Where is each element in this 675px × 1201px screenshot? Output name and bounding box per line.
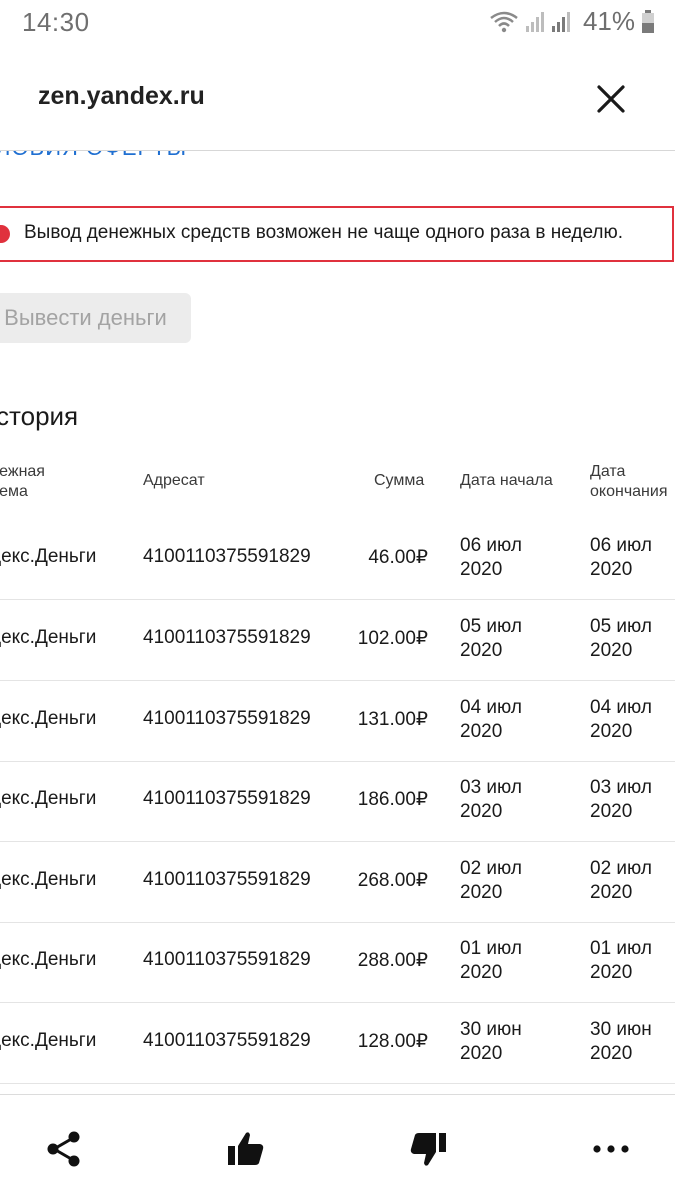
cell-end-date: 04 июл 2020 [590,697,652,742]
cell-recipient: 4100110375591829 [143,708,311,729]
battery-icon [642,9,654,33]
cell-amount: 268.00₽ [357,870,428,891]
wifi-icon [490,11,518,32]
cell-system: декс.Деньги [0,627,97,648]
table-row: декс.Деньги 4100110375591829 288.00₽ 01 … [0,922,675,1003]
cell-start-date: 02 июл 2020 [460,858,522,903]
table-row: декс.Деньги 4100110375591829 128.00₽ 30 … [0,1003,675,1084]
offer-terms-link[interactable]: ЛОВИЯ ОФЕРТЫ [0,151,187,161]
cell-system: декс.Деньги [0,788,97,809]
bottom-action-bar [0,1094,675,1201]
cell-system: декс.Деньги [0,1030,97,1051]
cell-system: декс.Деньги [0,869,97,890]
cell-amount: 288.00₽ [357,950,428,971]
signal-2-icon [551,11,570,32]
cell-amount: 128.00₽ [357,1031,428,1052]
warning-banner: Вывод денежных средств возможен не чаще … [0,206,674,262]
cell-end-date: 01 июл 2020 [590,938,652,983]
withdraw-money-button[interactable]: Вывести деньги [0,293,191,343]
column-header-recipient: Адресат [143,472,205,489]
cell-start-date: 01 июл 2020 [460,938,522,983]
dislike-button[interactable] [408,1129,448,1169]
cell-recipient: 4100110375591829 [143,546,311,567]
cell-recipient: 4100110375591829 [143,627,311,648]
cell-system: декс.Деньги [0,708,97,729]
table-row: декс.Деньги 4100110375591829 268.00₽ 02 … [0,842,675,923]
cell-end-date: 06 июл 2020 [590,535,652,580]
cell-end-date: 02 июл 2020 [590,858,652,903]
cell-recipient: 4100110375591829 [143,949,311,970]
table-row: декс.Деньги 4100110375591829 102.00₽ 05 … [0,600,675,681]
cell-start-date: 30 июн 2020 [460,1019,522,1064]
warning-text: Вывод денежных средств возможен не чаще … [24,222,624,243]
table-row: декс.Деньги 4100110375591829 186.00₽ 03 … [0,761,675,842]
column-header-end-date: Дата окончания [590,463,668,500]
cell-amount: 131.00₽ [357,709,428,730]
page-url: zen.yandex.ru [38,82,205,110]
cell-system: декс.Деньги [0,546,97,567]
more-icon [593,1145,629,1153]
status-time: 14:30 [22,7,90,37]
cell-start-date: 06 июл 2020 [460,535,522,580]
cell-system: декс.Деньги [0,949,97,970]
column-header-amount: Сумма [374,472,425,489]
thumbs-up-icon [228,1132,264,1165]
warning-dot-icon [0,225,10,243]
table-row: декс.Деньги 4100110375591829 46.00₽ 06 и… [0,519,675,600]
close-button[interactable] [593,81,629,117]
cell-amount: 46.00₽ [368,547,428,568]
share-button[interactable] [44,1129,84,1169]
thumbs-down-icon [410,1133,446,1166]
cell-start-date: 04 июл 2020 [460,697,522,742]
cell-recipient: 4100110375591829 [143,788,311,809]
cell-recipient: 4100110375591829 [143,1030,311,1051]
status-bar: 14:30 41% [0,0,675,48]
cell-amount: 186.00₽ [357,789,428,810]
cell-start-date: 03 июл 2020 [460,777,522,822]
cell-end-date: 05 июл 2020 [590,616,652,661]
browser-header: zen.yandex.ru [0,48,675,151]
like-button[interactable] [226,1129,266,1169]
signal-1-icon [525,11,544,32]
cell-amount: 102.00₽ [357,628,428,649]
share-icon [47,1131,80,1167]
cell-recipient: 4100110375591829 [143,869,311,890]
battery-percent: 41% [582,6,635,36]
table-row: декс.Деньги 4100110375591829 131.00₽ 04 … [0,681,675,762]
status-icons: 41% [489,6,655,37]
history-title: стория [0,401,79,431]
cell-end-date: 03 июл 2020 [590,777,652,822]
more-button[interactable] [592,1129,632,1169]
cell-start-date: 05 июл 2020 [460,616,522,661]
column-header-start-date: Дата начала [460,472,553,489]
column-header-system: тежная тема [0,463,45,500]
cell-end-date: 30 июн 2020 [590,1019,652,1064]
page-content: ЛОВИЯ ОФЕРТЫ Вывод денежных средств возм… [0,151,675,1095]
close-icon [597,85,625,113]
